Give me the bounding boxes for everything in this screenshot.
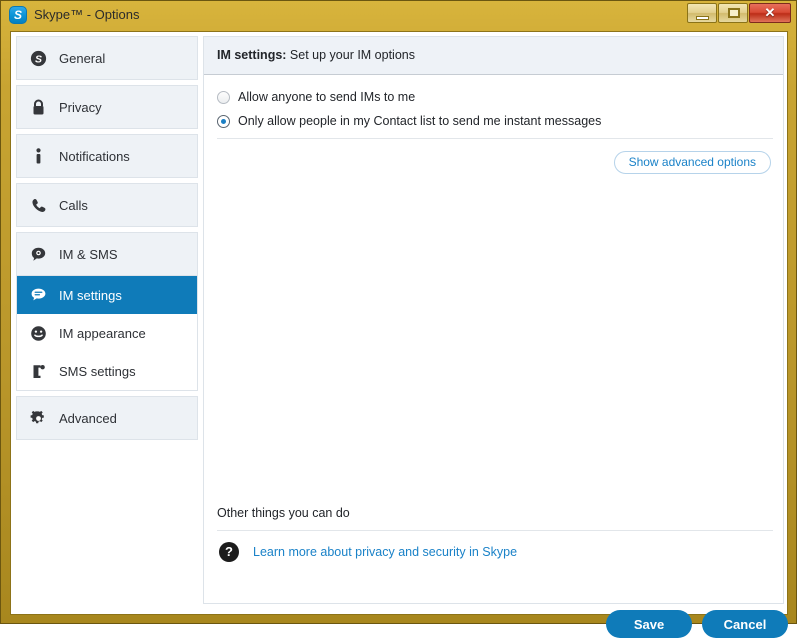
sms-phone-icon (17, 363, 59, 380)
radio-mark-on-icon (217, 114, 230, 128)
maximize-icon (728, 8, 740, 18)
content-header: IM settings: Set up your IM options (204, 37, 783, 75)
sidebar-item-label: Privacy (59, 99, 102, 115)
sidebar-item-label: IM appearance (59, 325, 146, 341)
sidebar-item-label: IM settings (59, 287, 122, 303)
content-header-text: IM settings: Set up your IM options (217, 48, 415, 62)
close-button[interactable]: ✕ (749, 3, 791, 23)
options-sidebar: S General Privacy Notifications Calls IM… (16, 36, 198, 445)
gear-icon (17, 410, 59, 427)
other-things-label: Other things you can do (217, 506, 350, 520)
nav-group-im-sms: IM & SMS (16, 232, 198, 276)
sidebar-item-notifications[interactable]: Notifications (17, 135, 197, 177)
sidebar-item-label: SMS settings (59, 363, 136, 379)
lock-icon (17, 99, 59, 116)
nav-group-calls: Calls (16, 183, 198, 227)
sidebar-item-sms-settings[interactable]: SMS settings (17, 352, 197, 390)
skype-icon: S (17, 50, 59, 67)
privacy-security-link[interactable]: Learn more about privacy and security in… (253, 545, 517, 559)
info-icon (17, 147, 59, 165)
radio-allow-anyone[interactable]: Allow anyone to send IMs to me (217, 90, 415, 104)
maximize-button[interactable] (718, 3, 748, 23)
sidebar-item-im-appearance[interactable]: IM appearance (17, 314, 197, 352)
sidebar-item-calls[interactable]: Calls (17, 184, 197, 226)
smiley-icon (17, 325, 59, 342)
skype-logo-icon: S (9, 6, 27, 24)
minimize-button[interactable] (687, 3, 717, 23)
divider (217, 138, 773, 139)
title-bar: S Skype™ - Options ✕ (1, 1, 797, 31)
client-area: S General Privacy Notifications Calls IM… (10, 31, 788, 638)
sidebar-item-im-settings[interactable]: IM settings (17, 276, 197, 314)
nav-group-general: S General (16, 36, 198, 80)
sidebar-item-label: Notifications (59, 148, 130, 164)
phone-icon (17, 197, 59, 214)
sidebar-item-im-and-sms[interactable]: IM & SMS (17, 233, 197, 275)
save-button[interactable]: Save (606, 610, 692, 638)
sidebar-item-privacy[interactable]: Privacy (17, 86, 197, 128)
cancel-button[interactable]: Cancel (702, 610, 788, 638)
sidebar-item-general[interactable]: S General (17, 37, 197, 79)
sidebar-item-label: Calls (59, 197, 88, 213)
help-link-row[interactable]: ? Learn more about privacy and security … (219, 542, 517, 562)
nav-group-privacy: Privacy (16, 85, 198, 129)
nav-group-notifications: Notifications (16, 134, 198, 178)
help-question-icon: ? (219, 542, 239, 562)
close-icon: ✕ (764, 5, 776, 20)
divider (217, 530, 773, 531)
window-title: Skype™ - Options (34, 7, 140, 22)
sidebar-item-advanced[interactable]: Advanced (17, 397, 197, 439)
chat-gear-icon (17, 246, 59, 263)
chat-bubble-icon (17, 287, 59, 303)
content-header-bold: IM settings: (217, 48, 287, 62)
radio-mark-off-icon (217, 90, 230, 104)
radio-label: Allow anyone to send IMs to me (238, 90, 416, 104)
content-panel: IM settings: Set up your IM options Allo… (203, 36, 784, 604)
minimize-icon (696, 16, 709, 20)
content-header-rest: Set up your IM options (286, 48, 415, 62)
show-advanced-options-button[interactable]: Show advanced options (613, 151, 771, 174)
nav-group-im-sms-children: IM settings IM appearance SMS settings (16, 276, 198, 391)
options-window: S Skype™ - Options ✕ S General Privacy N… (0, 0, 797, 638)
sidebar-item-label: IM & SMS (59, 246, 118, 262)
svg-text:S: S (34, 53, 41, 65)
nav-group-advanced: Advanced (16, 396, 198, 440)
sidebar-item-label: Advanced (59, 410, 117, 426)
sidebar-item-label: General (59, 50, 106, 66)
radio-label: Only allow people in my Contact list to … (238, 114, 602, 128)
radio-contacts-only[interactable]: Only allow people in my Contact list to … (217, 114, 601, 128)
